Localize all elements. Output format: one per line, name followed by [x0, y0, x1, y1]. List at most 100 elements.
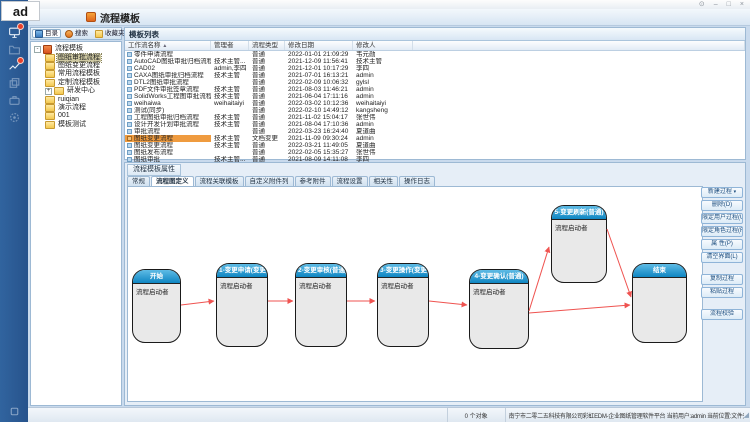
action-button[interactable]: 限定角色过程(R) — [701, 226, 743, 237]
table-row[interactable]: 零件申请流程普通2022-01-01 21:09:29韦元勋 — [125, 51, 745, 58]
action-button[interactable]: 限定用户过程(U) — [701, 213, 743, 224]
monitor-icon[interactable] — [6, 25, 22, 39]
tab-参考附件[interactable]: 参考附件 — [295, 176, 331, 186]
action-button[interactable]: 复制过程 — [701, 274, 743, 285]
tree-root-item[interactable]: -流程模板 — [31, 45, 121, 53]
tab-流程设置[interactable]: 流程设置 — [332, 176, 368, 186]
tree-item[interactable]: 常用流程模板 — [31, 70, 121, 78]
folder-icon — [45, 79, 55, 87]
briefcase-icon[interactable] — [6, 93, 22, 107]
table-row[interactable]: AutoCAD图纸审批归档流程技术主管...普通2021-12-09 11:56… — [125, 58, 745, 65]
table-row[interactable]: CAXA图纸审批归档流程技术主管普通2021-07-01 16:13:21adm… — [125, 72, 745, 79]
filler-cell — [413, 128, 745, 135]
column-header-4[interactable]: 修改人 — [353, 41, 413, 50]
column-header-3[interactable]: 修改日期 — [285, 41, 353, 50]
folder-tree: -流程模板图纸审批流程图纸变更流程常用流程模板定制流程模板+研发中心ruiqia… — [30, 41, 122, 406]
tree-item[interactable]: 定制流程模板 — [31, 79, 121, 87]
action-button[interactable]: 新建过程 ▾ — [701, 187, 743, 198]
manager-cell: 技术主管 — [211, 114, 249, 121]
toolbar-tab-label: 目录 — [45, 29, 58, 38]
filler-cell — [413, 100, 745, 107]
close-icon[interactable]: × — [740, 0, 744, 9]
date-cell: 2022-03-23 16:24:40 — [285, 128, 353, 135]
table-row[interactable]: 图纸发布流程普通2022-02-05 15:35:27张世伟 — [125, 149, 745, 156]
table-row[interactable]: 图纸变更流程技术主管普通2022-03-21 11:49:05夏道曲 — [125, 142, 745, 149]
toolbar-tab-favorites[interactable]: 收藏夹 — [92, 29, 128, 38]
status-info: 南宁市二零二五科技有限公司彩虹EDM-企业图纸管理软件平台 当前用户:admin… — [506, 408, 744, 422]
folder-icon[interactable] — [6, 42, 22, 56]
settings-icon[interactable]: ⊙ — [699, 0, 705, 9]
flow-node[interactable]: 4-变更确认(普通)流程启动者 — [469, 269, 529, 349]
workflow-icon — [127, 115, 132, 120]
date-cell: 2022-02-09 10:06:32 — [285, 79, 353, 86]
table-row[interactable]: CAD02admin,李四普通2021-12-01 10:17:29李四 — [125, 65, 745, 72]
trend-icon[interactable] — [6, 59, 22, 73]
flow-node[interactable]: 3-变更操作(变更操流程启动者 — [377, 263, 429, 347]
action-button[interactable]: 清空界面(L) — [701, 252, 743, 263]
date-cell: 2021-11-02 15:04:17 — [285, 114, 353, 121]
workflow-name-cell: PDF文件审批签章流程 — [125, 86, 211, 93]
properties-panel: 流程模板属性 常规流程图定义流程关联模板自定义附件列参考附件流程设置相关性操作日… — [124, 162, 746, 406]
table-row[interactable]: weihaiwaweihaitaiyi普通2022-03-02 10:12:36… — [125, 100, 745, 107]
column-header-0[interactable]: 工作流名称 ▲ — [125, 41, 211, 50]
table-row[interactable]: 测试(同步)普通2022-02-10 14:49:12kangsheng — [125, 107, 745, 114]
flow-node[interactable]: 开始流程启动者 — [132, 269, 181, 343]
type-cell: 普通 — [249, 114, 285, 121]
workflow-name: 图纸变更流程 — [134, 142, 173, 149]
date-cell: 2021-12-09 11:56:41 — [285, 58, 353, 65]
tree-item[interactable]: 图纸审批流程 — [31, 53, 121, 61]
tree-item[interactable]: 演示流程 — [31, 104, 121, 112]
action-button[interactable]: 属 性(P) — [701, 239, 743, 250]
copy-icon[interactable] — [6, 76, 22, 90]
table-row[interactable]: 图纸变更流程技术主管文档变更2021-11-09 09:30:24admin — [125, 135, 745, 142]
tree-item[interactable]: 001 — [31, 112, 121, 120]
flow-node[interactable]: 结束 — [632, 263, 687, 343]
tree-item[interactable]: 模板测试 — [31, 121, 121, 129]
flowchart-canvas[interactable]: 开始流程启动者 1-变更申请(变更申流程启动者 2-变更审核(普通)流程启动者 3-变… — [127, 186, 703, 402]
tab-流程关联模板[interactable]: 流程关联模板 — [195, 176, 244, 186]
column-header-2[interactable]: 流程类型 — [249, 41, 285, 50]
filler-cell — [413, 79, 745, 86]
tree-item[interactable]: +研发中心 — [31, 87, 121, 95]
workflow-name-cell: CAD02 — [125, 65, 211, 72]
tab-自定义附件列[interactable]: 自定义附件列 — [245, 176, 294, 186]
sidebar-bottom-grip-icon[interactable] — [6, 404, 22, 418]
action-button[interactable]: 粘贴过程 — [701, 287, 743, 298]
tree-item[interactable]: 图纸变更流程 — [31, 62, 121, 70]
flow-node[interactable]: 5-变更刷新(普通)流程启动者 — [551, 205, 607, 283]
flow-node-title: 开始 — [133, 270, 180, 284]
action-button[interactable]: 流程校验 — [701, 309, 743, 320]
modifier-cell: weihaitaiyi — [353, 100, 413, 107]
workflow-icon — [127, 101, 132, 106]
modifier-cell: 张世伟 — [353, 149, 413, 156]
collapse-icon[interactable]: - — [34, 46, 41, 53]
minimize-icon[interactable]: – — [714, 0, 718, 9]
tab-操作日志[interactable]: 操作日志 — [399, 176, 435, 186]
tab-相关性[interactable]: 相关性 — [369, 176, 399, 186]
toolbar-tab-search[interactable]: 搜索 — [62, 29, 91, 38]
table-row[interactable]: 审批流程普通2022-03-23 16:24:40夏道曲 — [125, 128, 745, 135]
modifier-cell: admin — [353, 86, 413, 93]
table-row[interactable]: 设计开发计划审批流程技术主管普通2021-08-04 17:10:36admin — [125, 121, 745, 128]
flow-node[interactable]: 2-变更审核(普通)流程启动者 — [295, 263, 347, 347]
expand-icon[interactable]: + — [45, 88, 52, 95]
workflow-icon — [127, 73, 132, 78]
maximize-icon[interactable]: □ — [727, 0, 731, 9]
table-row[interactable]: PDF文件审批签章流程技术主管普通2021-08-03 11:46:21admi… — [125, 86, 745, 93]
table-row[interactable]: SolidWorks工程图审批流程技术主管普通2021-06-04 17:11:… — [125, 93, 745, 100]
favorites-icon — [95, 30, 103, 38]
column-header-1[interactable]: 管理者 — [211, 41, 249, 50]
table-header: 工作流名称 ▲管理者流程类型修改日期修改人 — [125, 41, 745, 51]
gear-icon[interactable] — [6, 110, 22, 124]
action-button[interactable]: 删除(D) — [701, 200, 743, 211]
type-cell: 普通 — [249, 51, 285, 58]
table-row[interactable]: 工程图纸审批归档流程技术主管普通2021-11-02 15:04:17张世伟 — [125, 114, 745, 121]
tab-常规[interactable]: 常规 — [127, 176, 150, 186]
tree-item[interactable]: ruiqian — [31, 95, 121, 103]
resize-grip-icon[interactable]: ◢ — [744, 411, 750, 419]
table-body: 零件申请流程普通2022-01-01 21:09:29韦元勋AutoCAD图纸审… — [125, 51, 745, 163]
toolbar-tab-catalog[interactable]: 目录 — [32, 29, 61, 38]
flow-node[interactable]: 1-变更申请(变更申流程启动者 — [216, 263, 268, 347]
table-row[interactable]: DTL2图纸审批流程普通2022-02-09 10:06:32gylsl — [125, 79, 745, 86]
tab-流程图定义[interactable]: 流程图定义 — [151, 176, 194, 186]
